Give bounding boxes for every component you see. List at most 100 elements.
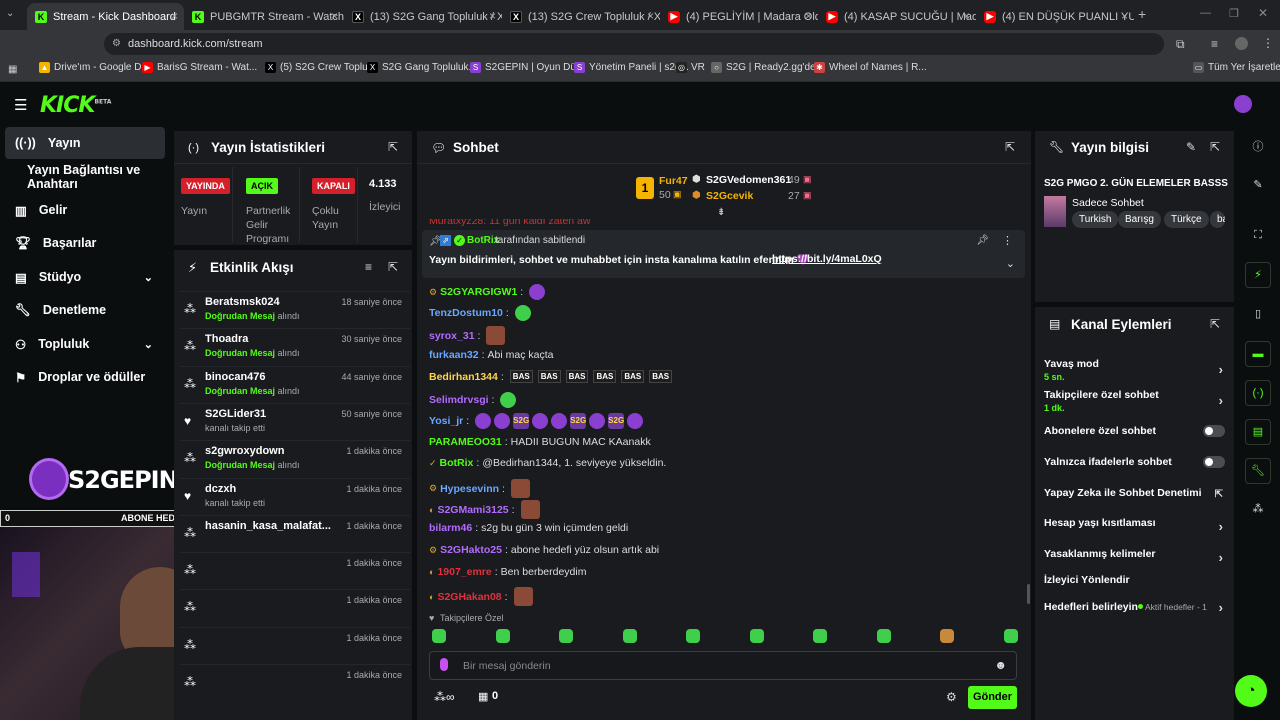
close-tab-icon[interactable]: × [1121, 9, 1128, 23]
pinned-link[interactable]: https://bit.ly/4maL0xQ [772, 253, 882, 265]
chat-username[interactable]: PARAMEOO31 [429, 436, 502, 448]
popout-icon[interactable]: ⇱ [1210, 317, 1220, 331]
all-bookmarks[interactable]: ▭ Tüm Yer İşaretleri [1193, 62, 1280, 73]
actions-icon[interactable]: ▤ [1245, 419, 1271, 445]
tab-kick-dashboard[interactable]: K Stream - Kick Dashboard × [27, 3, 184, 30]
chat-message[interactable]: ⚙ S2GYARGIGW1: [429, 284, 546, 300]
edit-pencil-icon[interactable]: ✎ [1186, 140, 1196, 154]
chat-message[interactable]: Bedirhan1344: BAS BAS BAS BAS BAS BAS [429, 370, 674, 383]
chat-message[interactable]: Selimdrvsgi: [429, 392, 517, 408]
chat-message[interactable]: ✓ BotRix: @Bedirhan1344, 1. seviyeye yükse… [429, 457, 666, 469]
activity-item[interactable]: ⁂ Thoadra Doğrudan Mesaj alındı 30 saniy… [180, 328, 410, 365]
close-tab-icon[interactable]: × [171, 9, 178, 23]
quick-emote-button[interactable] [1003, 629, 1018, 643]
site-info-icon[interactable]: ⚙ [112, 38, 121, 49]
kick-logo[interactable]: KICKBETA [40, 93, 111, 118]
sidebar-item-stream-key[interactable]: Yayın Bağlantısı ve Anahtarı [5, 161, 173, 193]
chat-username[interactable]: syrox_31 [429, 330, 475, 342]
activity-item[interactable]: ⁂ binocan476 Doğrudan Mesaj alındı 44 sa… [180, 366, 410, 403]
leader-third-name[interactable]: S2Gcevik [706, 190, 753, 202]
activity-item[interactable]: ♥ dczxh kanalı takip etti 1 dakika önce [180, 478, 410, 515]
sidebar-item-basarilar[interactable]: 🏆︎ Başarılar [5, 227, 165, 259]
quick-emote-button[interactable] [813, 629, 827, 643]
close-tab-icon[interactable]: × [331, 9, 338, 23]
fullscreen-icon[interactable]: ⛶ [1245, 223, 1271, 249]
bookmark-drive[interactable]: ▲ Drive'ım - Google D... [39, 62, 150, 73]
chat-message[interactable]: ◐ S2GHakan08: [429, 587, 533, 606]
hamburger-menu-icon[interactable]: ☰ [14, 96, 27, 114]
tag-chip[interactable]: Türkçe [1164, 211, 1209, 228]
browser-menu-icon[interactable]: ⋮ [1262, 36, 1274, 50]
tag-chip[interactable]: Barışg [1118, 211, 1161, 228]
quick-emote-button[interactable] [559, 629, 573, 643]
close-tab-icon[interactable]: × [489, 9, 496, 23]
bookmark-wheel[interactable]: ✱ Wheel of Names | R... [814, 62, 927, 73]
bookmark-s2g-crew[interactable]: X (5) S2G Crew Toplul... [265, 62, 378, 73]
chat-message[interactable]: ◐ 1907_emre: Ben berberdeydim [429, 566, 586, 578]
chat-username[interactable]: S2GHakan08 [437, 591, 501, 603]
collapse-leaders-icon[interactable]: ⇟ [717, 207, 725, 218]
chat-username[interactable]: Hypesevinn [440, 483, 499, 495]
quick-emote-button[interactable] [749, 629, 764, 643]
chat-username[interactable]: S2GMami3125 [437, 504, 508, 516]
sidebar-item-yayin[interactable]: ((·)) Yayın [5, 127, 165, 159]
chat-username[interactable]: BotRix [440, 457, 474, 469]
close-window-icon[interactable]: ✕ [1258, 6, 1268, 20]
chat-message[interactable]: syrox_31: [429, 326, 506, 345]
bookmark-ready2gg[interactable]: ○ S2G | Ready2.gg'de... [711, 62, 824, 73]
sidebar-item-gelir[interactable]: ▥ Gelir [5, 194, 165, 226]
new-tab-icon[interactable]: + [1138, 6, 1146, 22]
chat-username[interactable]: furkaan32 [429, 349, 479, 361]
filter-icon[interactable]: ≡ [365, 260, 372, 274]
banned-words-row[interactable]: Yasaklanmış kelimeler › [1044, 548, 1229, 565]
unpin-icon[interactable]: 📌︎ [976, 235, 989, 246]
tag-chip[interactable]: ba [1210, 211, 1225, 228]
quick-emote-button[interactable] [876, 629, 891, 643]
tab-s2g-gang[interactable]: X (13) S2G Gang Topluluk / X × [344, 3, 502, 30]
restore-icon[interactable]: ❐ [1229, 7, 1239, 20]
tab-yt-3[interactable]: ▶ (4) EN DÜŞÜK PUANLI YURT D× [976, 3, 1134, 30]
community-icon[interactable]: ⁂ [1245, 497, 1271, 523]
chat-username[interactable]: bilarm46 [429, 522, 472, 534]
chat-username[interactable]: Selimdrvsgi [429, 394, 489, 406]
emotes-only-toggle[interactable] [1203, 456, 1225, 468]
viewer-redirect-row[interactable]: İzleyici Yönlendir [1044, 574, 1229, 586]
apps-icon[interactable]: ▦ [8, 64, 17, 75]
activity-item[interactable]: ⁂ 1 dakika önce [180, 589, 410, 626]
followers-chat-row[interactable]: Takipçilere özel sohbet 1 dk. › [1044, 389, 1229, 413]
chat-bubble-icon[interactable]: ▬ [1245, 341, 1271, 367]
tab-yt-1[interactable]: ▶ (4) PEGLİYİM | Madara Olduk × [660, 3, 818, 30]
activity-item[interactable]: ⁂ hasanin_kasa_malafat... 1 dakika önce [180, 515, 410, 552]
chat-username[interactable]: 1907_emre [437, 566, 491, 578]
popout-icon[interactable]: ⇱ [388, 140, 398, 154]
extensions-icon[interactable]: ⧉ [1176, 37, 1185, 52]
tab-yt-2[interactable]: ▶ (4) KASAP SUCUĞU | Madara O× [818, 3, 976, 30]
chat-scrollbar[interactable] [1027, 584, 1030, 604]
bookmark-barisg[interactable]: ▶ BarisG Stream - Wat... [142, 62, 257, 73]
chat-input[interactable]: Bir mesaj gönderin ☻ [429, 651, 1017, 680]
send-button[interactable]: Gönder [968, 686, 1017, 709]
info-icon[interactable]: ⓘ [1245, 135, 1271, 161]
chat-username[interactable]: TenzDostum10 [429, 307, 503, 319]
tab-pubgmtr[interactable]: K PUBGMTR Stream - Watch Live× [184, 3, 344, 30]
activity-item[interactable]: ⁂ 1 dakika önce [180, 552, 410, 589]
close-tab-icon[interactable]: × [647, 9, 654, 23]
leader-second-name[interactable]: S2GVedomen361 [706, 174, 791, 186]
chat-username[interactable]: S2GHakto25 [440, 544, 502, 556]
sidebar-item-droplar[interactable]: ⚑ Droplar ve ödüller [5, 361, 165, 393]
chat-message[interactable]: TenzDostum10: [429, 305, 531, 321]
minimize-icon[interactable]: — [1200, 7, 1211, 19]
close-tab-icon[interactable]: × [963, 9, 970, 23]
tag-chip[interactable]: Turkish [1072, 211, 1119, 228]
wrench-icon[interactable]: 🔧︎ [1245, 458, 1271, 484]
bookmark-yonetim[interactable]: S Yönetim Paneli | s2g... [574, 62, 689, 73]
quick-emote-button[interactable] [622, 629, 637, 643]
channel-points-icon[interactable]: ⁂∞ [434, 690, 455, 704]
activity-item[interactable]: ⁂ 1 dakika önce [180, 627, 410, 664]
bookmark-s2g-gang[interactable]: X S2G Gang Topluluk... [367, 62, 477, 73]
quick-emote-button[interactable] [940, 629, 954, 643]
popout-icon[interactable]: ⇱ [1005, 140, 1015, 154]
slow-mode-row[interactable]: Yavaş mod 5 sn. › [1044, 358, 1229, 382]
support-headset-icon[interactable]: ◔ [1235, 675, 1267, 707]
url-field[interactable]: dashboard.kick.com/stream [104, 33, 1164, 55]
